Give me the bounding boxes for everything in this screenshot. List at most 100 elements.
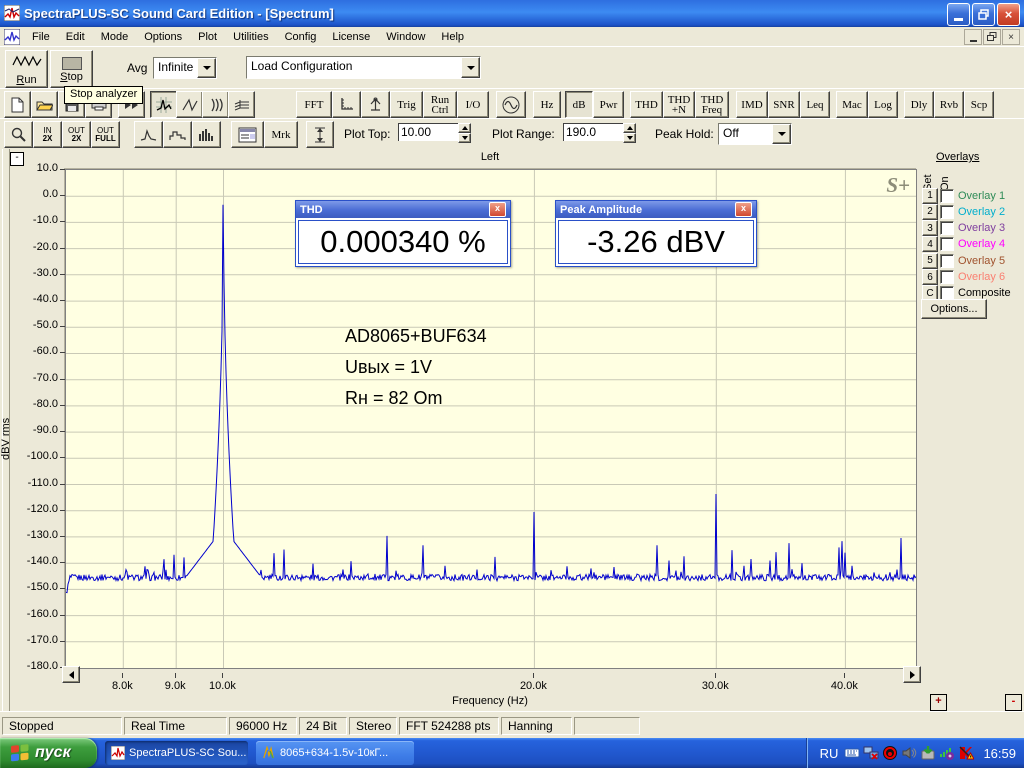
- peak-amplitude-titlebar[interactable]: Peak Amplitude x: [556, 201, 756, 218]
- narrowband-plot-button[interactable]: [134, 121, 163, 148]
- zoom-out-2x-button[interactable]: OUT 2X: [62, 121, 91, 148]
- peak-hold-combobox[interactable]: Off: [718, 123, 792, 145]
- thd-n-button[interactable]: THD +N: [663, 91, 695, 118]
- pwr-button[interactable]: Pwr: [593, 91, 624, 118]
- open-button[interactable]: [31, 91, 58, 118]
- fft-settings-button[interactable]: FFT: [296, 91, 332, 118]
- stop-button[interactable]: Stop: [50, 50, 93, 88]
- spin-up-icon[interactable]: [458, 123, 471, 133]
- language-indicator[interactable]: RU: [820, 746, 839, 761]
- taskbar-clock[interactable]: 16:59: [983, 746, 1016, 761]
- zoom-out-full-button[interactable]: OUT FULL: [91, 121, 120, 148]
- signal-generator-button[interactable]: [496, 91, 526, 118]
- overlay-set-button-1[interactable]: 1: [922, 187, 938, 204]
- overlay-set-button-5[interactable]: 5: [922, 252, 938, 269]
- load-configuration-combobox[interactable]: Load Configuration: [246, 56, 481, 79]
- avg-dropdown-button[interactable]: [197, 58, 216, 78]
- dly-button[interactable]: Dly: [904, 91, 934, 118]
- plot-range-spinner[interactable]: [623, 123, 636, 143]
- thd-close-button[interactable]: x: [489, 202, 506, 217]
- volume-icon[interactable]: [901, 745, 917, 761]
- overlay-set-button-3[interactable]: 3: [922, 220, 938, 237]
- taskbar-task-image[interactable]: 8065+634-1.5v-10кГ...: [256, 741, 414, 765]
- connection-status-icon[interactable]: [939, 745, 955, 761]
- spin-down-icon[interactable]: [458, 133, 471, 143]
- db-button[interactable]: dB: [565, 91, 593, 118]
- avg-combobox[interactable]: Infinite: [153, 57, 217, 79]
- bar-plot-button[interactable]: [192, 121, 221, 148]
- mdi-minimize-button[interactable]: [964, 29, 982, 45]
- overlay-set-button-6[interactable]: 6: [922, 269, 938, 285]
- log-button[interactable]: Log: [868, 91, 898, 118]
- trigger-button[interactable]: Trig: [390, 91, 423, 118]
- menu-item-plot[interactable]: Plot: [190, 29, 225, 45]
- thd-window-titlebar[interactable]: THD x: [296, 201, 510, 218]
- overlay-on-checkbox-4[interactable]: [940, 237, 954, 252]
- overlay-on-checkbox-2[interactable]: [940, 204, 954, 219]
- x-zoom-in-button[interactable]: +: [930, 694, 947, 711]
- scaling-button[interactable]: [332, 91, 361, 118]
- run-button[interactable]: Run: [5, 50, 48, 88]
- overlay-on-checkbox-5[interactable]: [940, 253, 954, 268]
- x-zoom-out-button[interactable]: -: [1005, 694, 1022, 711]
- start-button[interactable]: пуск: [0, 738, 97, 768]
- mac-button[interactable]: Mac: [836, 91, 868, 118]
- plot-range-input[interactable]: [563, 123, 625, 141]
- overlay-on-checkbox-1[interactable]: [940, 188, 954, 203]
- close-button[interactable]: ×: [997, 3, 1020, 26]
- rvb-button[interactable]: Rvb: [934, 91, 964, 118]
- io-button[interactable]: I/O: [457, 91, 489, 118]
- scp-button[interactable]: Scp: [964, 91, 994, 118]
- time-series-button[interactable]: [176, 91, 203, 118]
- overlay-set-button-2[interactable]: 2: [922, 203, 938, 220]
- menu-item-help[interactable]: Help: [433, 29, 472, 45]
- overlay-on-checkbox-3[interactable]: [940, 221, 954, 236]
- menu-item-window[interactable]: Window: [378, 29, 433, 45]
- spin-up-icon[interactable]: [623, 123, 636, 133]
- peak-amplitude-close-button[interactable]: x: [735, 202, 752, 217]
- spin-down-icon[interactable]: [623, 133, 636, 143]
- plot-top-input[interactable]: [398, 123, 460, 141]
- recorder-icon[interactable]: [882, 745, 898, 761]
- hz-button[interactable]: Hz: [533, 91, 561, 118]
- network-offline-icon[interactable]: [863, 745, 879, 761]
- overlays-options-button[interactable]: Options...: [921, 299, 987, 319]
- thd-button[interactable]: THD: [630, 91, 663, 118]
- overlay-on-checkbox-6[interactable]: [940, 270, 954, 284]
- menu-item-license[interactable]: License: [324, 29, 378, 45]
- new-button[interactable]: [4, 91, 31, 118]
- menu-item-mode[interactable]: Mode: [93, 29, 137, 45]
- spectrogram-view-button[interactable]: [202, 91, 229, 118]
- marker-button[interactable]: Mrk: [264, 121, 298, 148]
- thd-window[interactable]: THD x 0.000340 %: [295, 200, 511, 267]
- minimize-button[interactable]: [947, 3, 970, 26]
- menu-item-config[interactable]: Config: [277, 29, 325, 45]
- snr-button[interactable]: SNR: [768, 91, 800, 118]
- keyboard-icon[interactable]: [844, 745, 860, 761]
- load-configuration-dropdown-button[interactable]: [461, 57, 480, 78]
- mdi-close-button[interactable]: ×: [1002, 29, 1020, 45]
- leq-button[interactable]: Leq: [800, 91, 830, 118]
- run-control-button[interactable]: Run Ctrl: [423, 91, 457, 118]
- surface-view-button[interactable]: [228, 91, 255, 118]
- spectrum-view-button[interactable]: [150, 91, 177, 118]
- menu-item-file[interactable]: File: [24, 29, 58, 45]
- download-manager-icon[interactable]: [920, 745, 936, 761]
- menu-item-utilities[interactable]: Utilities: [225, 29, 276, 45]
- taskbar-task-spectraplus[interactable]: SpectraPLUS-SC Sou...: [105, 741, 248, 765]
- octave-plot-button[interactable]: [163, 121, 192, 148]
- peak-amplitude-window[interactable]: Peak Amplitude x -3.26 dBV: [555, 200, 757, 267]
- restore-button[interactable]: [972, 3, 995, 26]
- vertical-scale-button[interactable]: [306, 121, 334, 148]
- pan-right-button[interactable]: [903, 666, 921, 683]
- zoom-in-2x-button[interactable]: IN 2X: [33, 121, 62, 148]
- display-options-button[interactable]: [231, 121, 264, 148]
- mdi-restore-button[interactable]: [983, 29, 1001, 45]
- peak-hold-dropdown-button[interactable]: [772, 124, 791, 144]
- peak-pick-button[interactable]: [361, 91, 390, 118]
- overlay-set-button-4[interactable]: 4: [922, 236, 938, 253]
- imd-button[interactable]: IMD: [736, 91, 768, 118]
- pan-left-button[interactable]: [62, 666, 80, 683]
- antivirus-warning-icon[interactable]: [958, 745, 975, 761]
- plot-top-spinner[interactable]: [458, 123, 471, 143]
